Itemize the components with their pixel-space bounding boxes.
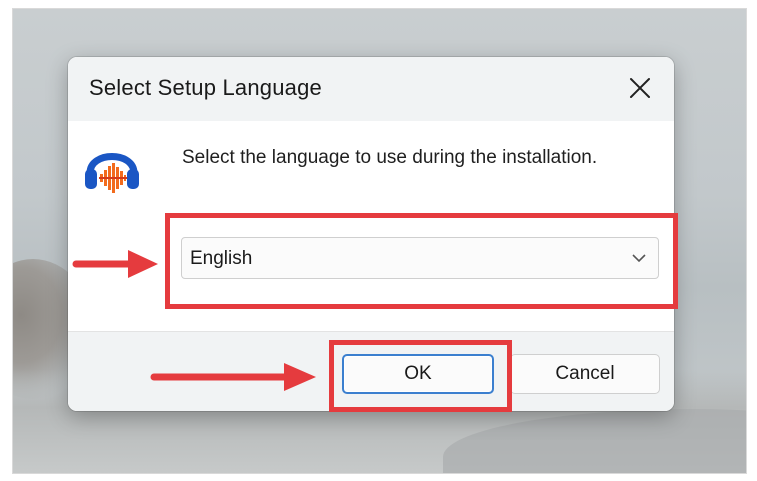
dialog-titlebar[interactable]: Select Setup Language (68, 57, 674, 121)
chevron-down-icon (632, 254, 646, 263)
dialog-title: Select Setup Language (89, 75, 322, 100)
ok-button[interactable]: OK (342, 354, 494, 394)
prompt-text: Select the language to use during the in… (182, 147, 598, 168)
cancel-button[interactable]: Cancel (510, 354, 660, 394)
audacity-headphones-icon (82, 139, 142, 193)
dialog-footer: OK Cancel (68, 331, 674, 411)
close-icon (630, 78, 650, 98)
dialog-content: Select the language to use during the in… (68, 121, 674, 331)
language-select[interactable]: English (181, 237, 659, 279)
setup-language-dialog: Select Setup Language Select the languag… (68, 57, 674, 411)
close-button[interactable] (620, 69, 660, 107)
language-select-value: English (190, 248, 253, 269)
